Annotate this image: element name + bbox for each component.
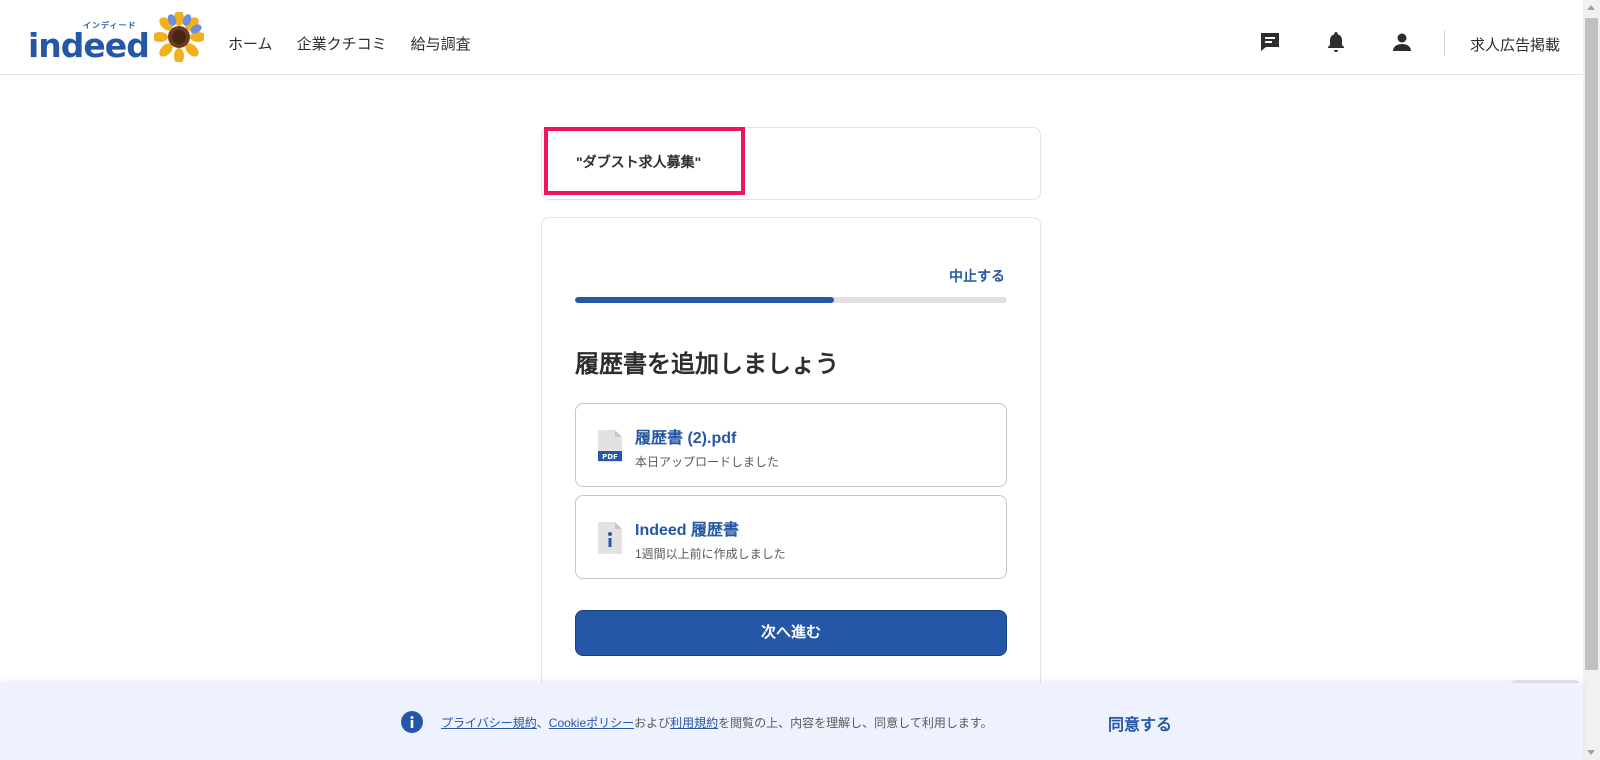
progress-bar [575, 297, 1007, 303]
nav-home[interactable]: ホーム [228, 33, 273, 54]
messages-icon[interactable] [1258, 30, 1282, 54]
cookie-policy-link[interactable]: Cookieポリシー [549, 716, 634, 730]
main-nav: ホーム 企業クチコミ 給与調査 [228, 33, 471, 54]
next-button[interactable]: 次へ進む [575, 610, 1007, 656]
vertical-scrollbar[interactable] [1583, 0, 1600, 760]
consent-rest: を閲覧の上、内容を理解し、同意して利用します。 [718, 716, 993, 730]
scroll-thumb[interactable] [1585, 18, 1598, 670]
scroll-up-arrow-icon[interactable] [1587, 5, 1595, 10]
consent-text: プライバシー規約、Cookieポリシーおよび利用規約を閲覧の上、内容を理解し、同… [441, 714, 993, 731]
agree-button[interactable]: 同意する [1108, 711, 1172, 735]
pdf-file-icon: PDF [598, 430, 622, 462]
header-divider [1444, 30, 1445, 56]
account-icon[interactable] [1390, 30, 1414, 54]
resume-option-title: 履歴書 (2).pdf [635, 430, 737, 447]
notifications-bell-icon[interactable] [1324, 30, 1348, 54]
cancel-link[interactable]: 中止する [949, 266, 1005, 286]
resume-option-title: Indeed 履歴書 [635, 522, 740, 539]
employer-post-job-link[interactable]: 求人広告掲載 [1470, 34, 1560, 55]
resume-option-subtitle: 1週間以上前に作成しました [635, 547, 786, 561]
privacy-policy-link[interactable]: プライバシー規約 [441, 716, 537, 730]
resume-option-subtitle: 本日アップロードしました [635, 455, 780, 469]
annotation-highlight-box [544, 127, 745, 195]
page-heading: 履歴書を追加しましょう [575, 351, 839, 378]
nav-salary[interactable]: 給与調査 [411, 33, 471, 54]
resume-option-pdf[interactable]: PDF 履歴書 (2).pdf 本日アップロードしました [575, 403, 1007, 487]
consent-banner: プライバシー規約、Cookieポリシーおよび利用規約を閲覧の上、内容を理解し、同… [0, 683, 1583, 760]
resume-option-indeed[interactable]: Indeed 履歴書 1週間以上前に作成しました [575, 495, 1007, 579]
sunflower-icon [154, 12, 204, 62]
consent-and: および [634, 716, 671, 730]
indeed-logo[interactable]: インディード indeed [28, 18, 150, 65]
indeed-resume-icon [598, 522, 622, 554]
consent-separator: 、 [536, 716, 549, 730]
top-header: インディード indeed ホーム 企業クチコミ 給与調査 求人広告掲載 [0, 0, 1583, 75]
pdf-badge-text: PDF [602, 453, 618, 461]
progress-bar-fill [575, 297, 835, 303]
logo-wordmark: indeed [28, 26, 150, 65]
nav-company-reviews[interactable]: 企業クチコミ [297, 33, 387, 54]
terms-of-use-link[interactable]: 利用規約 [670, 716, 718, 730]
scroll-down-arrow-icon[interactable] [1587, 750, 1595, 755]
info-icon [401, 711, 423, 733]
